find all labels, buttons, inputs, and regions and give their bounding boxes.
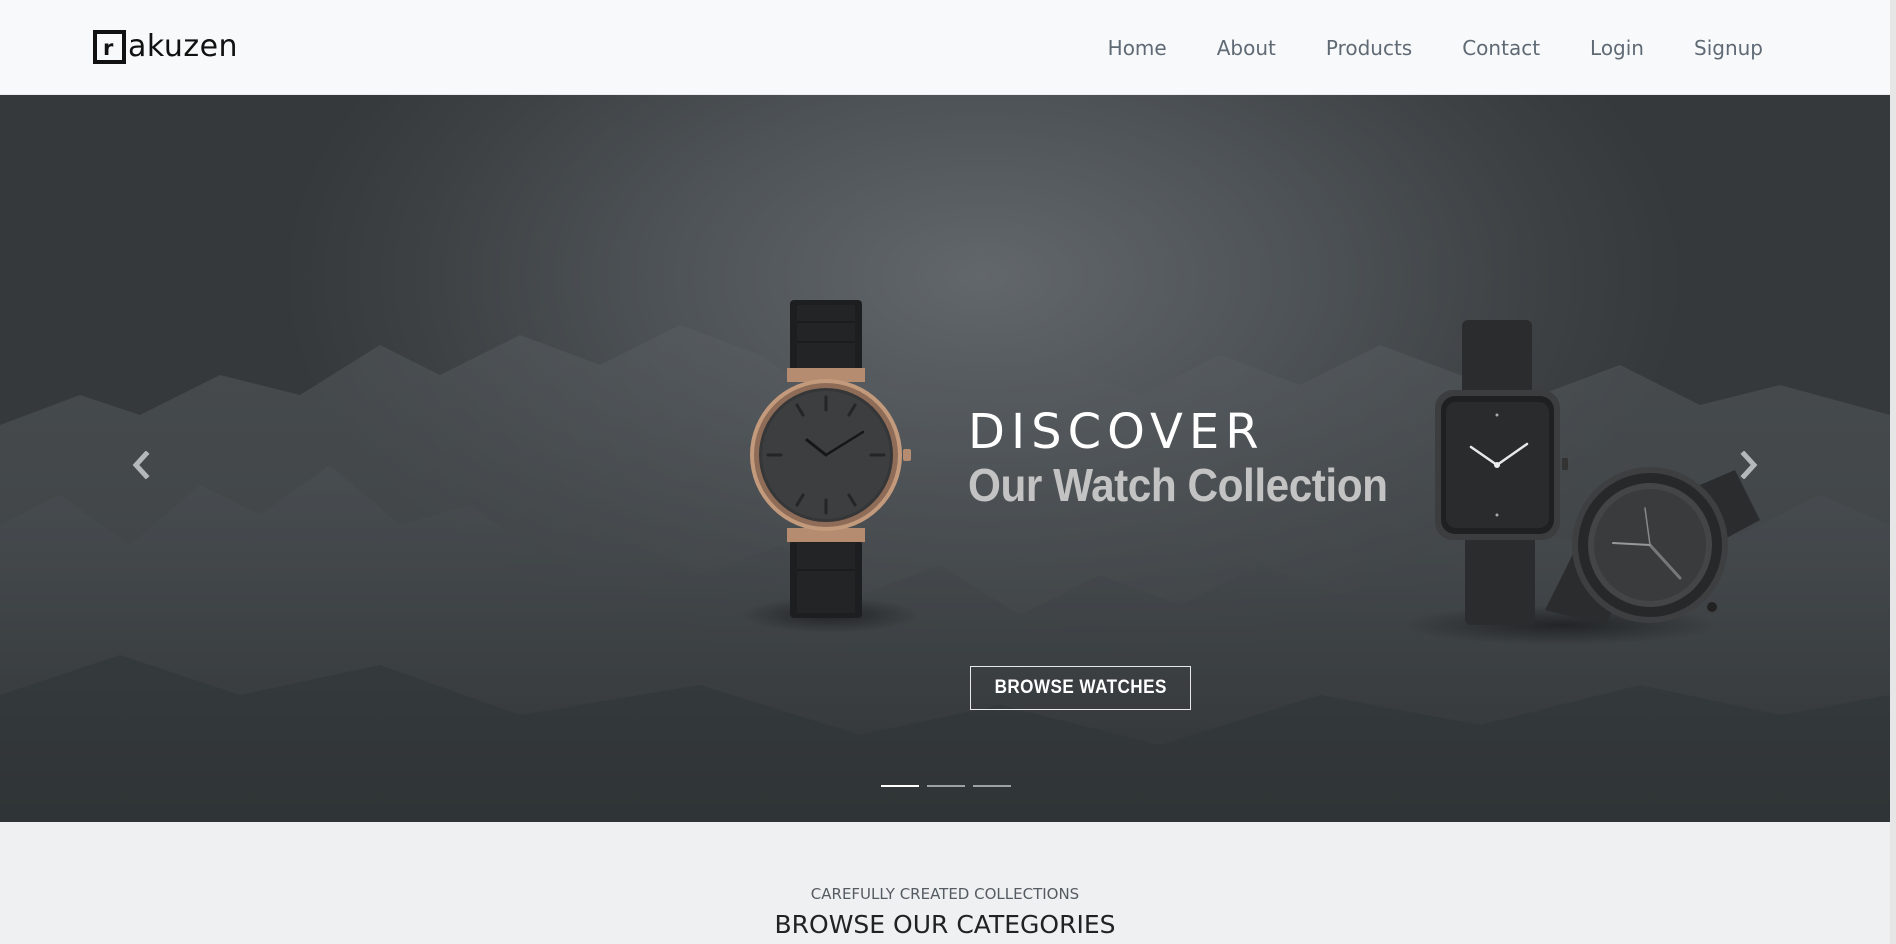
nav-link-home[interactable]: Home bbox=[1108, 33, 1167, 63]
hero-carousel: DISCOVER Our Watch Collection BROWSE WAT… bbox=[0, 95, 1890, 822]
carousel-indicator-2[interactable] bbox=[927, 785, 965, 787]
nav-link-contact[interactable]: Contact bbox=[1462, 33, 1540, 63]
carousel-prev-button[interactable] bbox=[121, 445, 161, 485]
categories-title: BROWSE OUR CATEGORIES bbox=[774, 910, 1116, 939]
brand-logo[interactable]: r akuzen bbox=[93, 30, 238, 64]
brand-name: akuzen bbox=[128, 29, 239, 64]
hero-heading: DISCOVER bbox=[968, 404, 1265, 460]
browse-watches-button[interactable]: BROWSE WATCHES bbox=[970, 666, 1191, 710]
watch-image-left bbox=[750, 300, 911, 618]
carousel-next-button[interactable] bbox=[1729, 445, 1769, 485]
hero-caption: DISCOVER Our Watch Collection bbox=[968, 404, 1424, 510]
nav-link-signup[interactable]: Signup bbox=[1694, 33, 1763, 63]
main-nav: Home About Products Contact Login Signup bbox=[1058, 33, 1763, 63]
hero-subheading: Our Watch Collection bbox=[968, 459, 1388, 511]
logo-letter: r bbox=[103, 36, 114, 60]
nav-link-about[interactable]: About bbox=[1217, 33, 1276, 63]
categories-eyebrow: CAREFULLY CREATED COLLECTIONS bbox=[810, 885, 1080, 903]
chevron-right-icon bbox=[1740, 451, 1758, 479]
carousel-indicators bbox=[881, 785, 1019, 787]
carousel-indicator-1[interactable] bbox=[881, 785, 919, 787]
carousel-indicator-3[interactable] bbox=[973, 785, 1011, 787]
page-scrollbar[interactable] bbox=[1890, 0, 1896, 944]
browse-watches-label: BROWSE WATCHES bbox=[994, 677, 1167, 698]
logo-mark-icon: r bbox=[93, 30, 126, 64]
navbar: r akuzen Home About Products Contact Log… bbox=[0, 0, 1890, 95]
chevron-left-icon bbox=[132, 451, 150, 479]
nav-link-login[interactable]: Login bbox=[1590, 33, 1644, 63]
watch-image-right bbox=[1435, 320, 1760, 625]
nav-link-products[interactable]: Products bbox=[1326, 33, 1412, 63]
